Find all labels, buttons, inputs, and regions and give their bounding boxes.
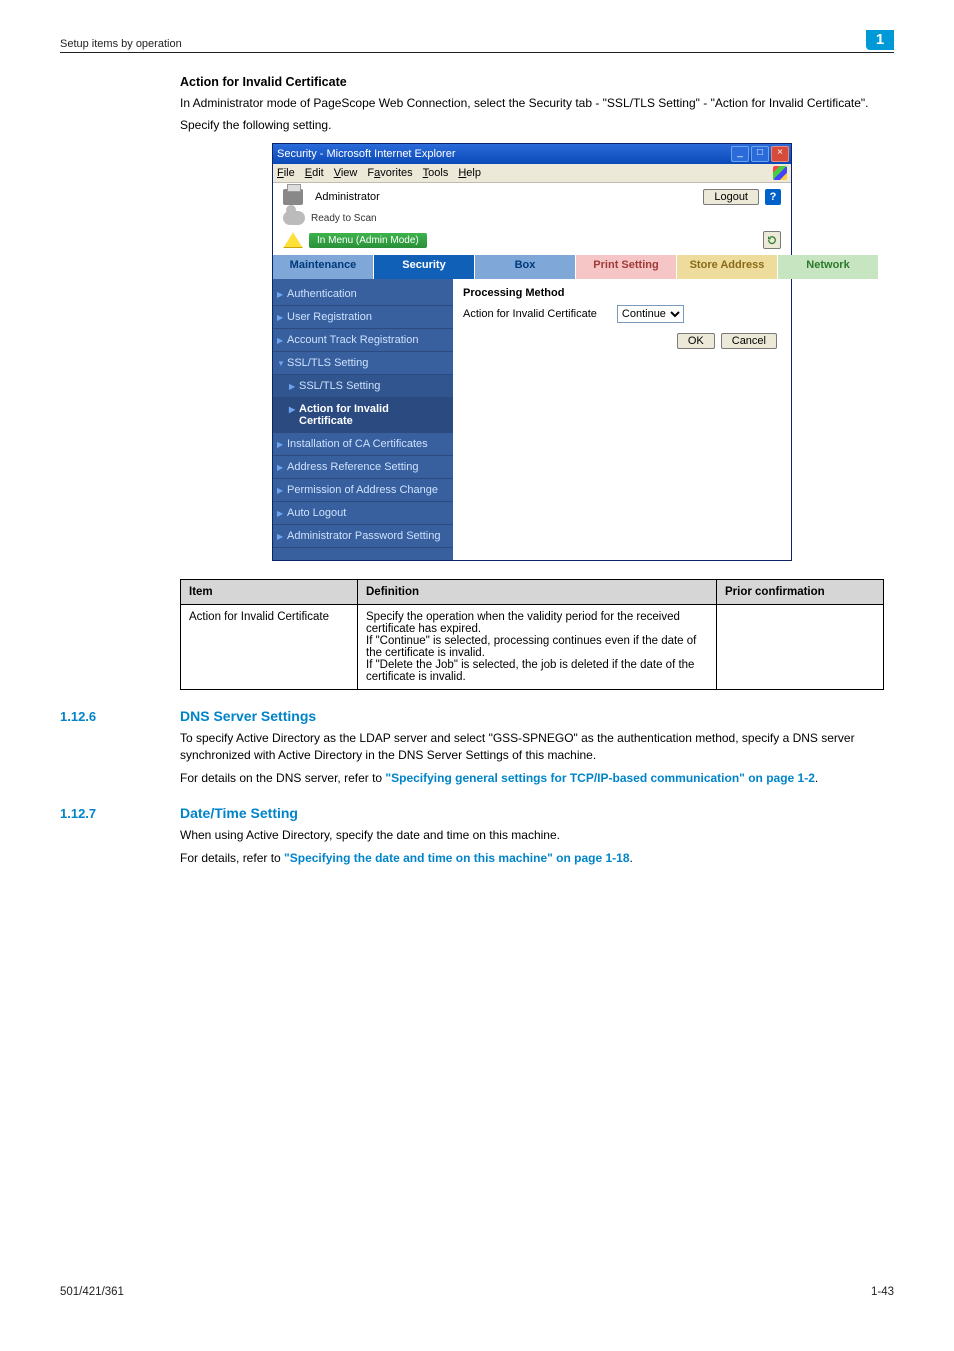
menu-edit[interactable]: Edit [305, 167, 324, 179]
window-titlebar: Security - Microsoft Internet Explorer _… [273, 144, 791, 164]
administrator-label: Administrator [315, 191, 380, 203]
menu-help[interactable]: Help [458, 167, 481, 179]
def-td-item: Action for Invalid Certificate [181, 605, 358, 690]
top-tabs: Maintenance Security Box Print Setting S… [273, 255, 791, 279]
dt-p2: For details, refer to "Specifying the da… [180, 850, 884, 867]
ok-button[interactable]: OK [677, 333, 715, 349]
refresh-icon [767, 235, 777, 245]
tab-maintenance[interactable]: Maintenance [273, 255, 374, 279]
sidebar-item-user-registration[interactable]: User Registration [273, 306, 453, 329]
def-td-prior [717, 605, 884, 690]
section-title-datetime: Date/Time Setting [180, 805, 298, 821]
tab-security[interactable]: Security [374, 255, 475, 279]
menu-view[interactable]: View [334, 167, 358, 179]
help-icon[interactable]: ? [765, 189, 781, 205]
window-maximize-button[interactable]: □ [751, 146, 769, 162]
tab-store-address[interactable]: Store Address [677, 255, 778, 279]
scanner-status-label: Ready to Scan [311, 213, 377, 224]
sidebar-item-auto-logout[interactable]: Auto Logout [273, 502, 453, 525]
windows-flag-icon [773, 166, 787, 180]
breadcrumb: Setup items by operation [60, 38, 182, 50]
footer-right: 1-43 [871, 1286, 894, 1298]
dns-p2: For details on the DNS server, refer to … [180, 770, 884, 787]
dns-p1: To specify Active Directory as the LDAP … [180, 730, 884, 764]
section-action-p2: Specify the following setting. [180, 117, 884, 133]
menu-tools[interactable]: Tools [423, 167, 449, 179]
section-action-p1: In Administrator mode of PageScope Web C… [180, 95, 884, 111]
window-close-button[interactable]: × [771, 146, 789, 162]
main-heading: Processing Method [463, 287, 781, 299]
sidebar-item-account-track[interactable]: Account Track Registration [273, 329, 453, 352]
dt-p1: When using Active Directory, specify the… [180, 827, 884, 844]
action-cert-select[interactable]: Continue [617, 305, 684, 323]
section-number-datetime: 1.12.7 [60, 806, 180, 821]
sidebar-subitem-action-invalid-cert[interactable]: Action for Invalid Certificate [273, 398, 453, 433]
embedded-screenshot: Security - Microsoft Internet Explorer _… [272, 143, 792, 561]
def-td-definition: Specify the operation when the validity … [358, 605, 717, 690]
admin-mode-chip: In Menu (Admin Mode) [309, 233, 427, 248]
tab-print-setting[interactable]: Print Setting [576, 255, 677, 279]
sidebar-subitem-ssl-tls[interactable]: SSL/TLS Setting [273, 375, 453, 398]
logout-button[interactable]: Logout [703, 189, 759, 205]
refresh-button[interactable] [763, 231, 781, 249]
def-th-prior: Prior confirmation [717, 580, 884, 605]
table-row: Action for Invalid Certificate Specify t… [181, 605, 884, 690]
browser-menubar: FFileile Edit View Favorites Tools Help [273, 164, 791, 183]
section-title-dns: DNS Server Settings [180, 708, 316, 724]
action-cert-field-label: Action for Invalid Certificate [463, 308, 597, 320]
menu-favorites[interactable]: Favorites [367, 167, 412, 179]
sidebar-item-ssl-tls[interactable]: SSL/TLS Setting [273, 352, 453, 375]
tab-network[interactable]: Network [778, 255, 879, 279]
tab-box[interactable]: Box [475, 255, 576, 279]
definition-table: Item Definition Prior confirmation Actio… [180, 579, 884, 690]
section-heading-action: Action for Invalid Certificate [180, 75, 884, 89]
link-datetime-settings[interactable]: "Specifying the date and time on this ma… [284, 851, 629, 865]
sidebar-item-permission-address[interactable]: Permission of Address Change [273, 479, 453, 502]
def-th-definition: Definition [358, 580, 717, 605]
menu-file[interactable]: FFileile [277, 167, 295, 179]
section-number-dns: 1.12.6 [60, 709, 180, 724]
window-title: Security - Microsoft Internet Explorer [277, 148, 456, 160]
printer-icon [283, 189, 303, 205]
warning-triangle-icon [283, 232, 303, 248]
scanner-status-icon [283, 211, 305, 225]
def-th-item: Item [181, 580, 358, 605]
sidebar-item-address-reference[interactable]: Address Reference Setting [273, 456, 453, 479]
link-tcpip-settings[interactable]: "Specifying general settings for TCP/IP-… [385, 771, 814, 785]
sidebar-item-admin-password[interactable]: Administrator Password Setting [273, 525, 453, 548]
chapter-badge: 1 [866, 30, 894, 50]
sidebar-item-install-ca[interactable]: Installation of CA Certificates [273, 433, 453, 456]
footer-left: 501/421/361 [60, 1286, 124, 1298]
side-nav: Authentication User Registration Account… [273, 279, 453, 560]
sidebar-item-authentication[interactable]: Authentication [273, 283, 453, 306]
window-minimize-button[interactable]: _ [731, 146, 749, 162]
cancel-button[interactable]: Cancel [721, 333, 777, 349]
